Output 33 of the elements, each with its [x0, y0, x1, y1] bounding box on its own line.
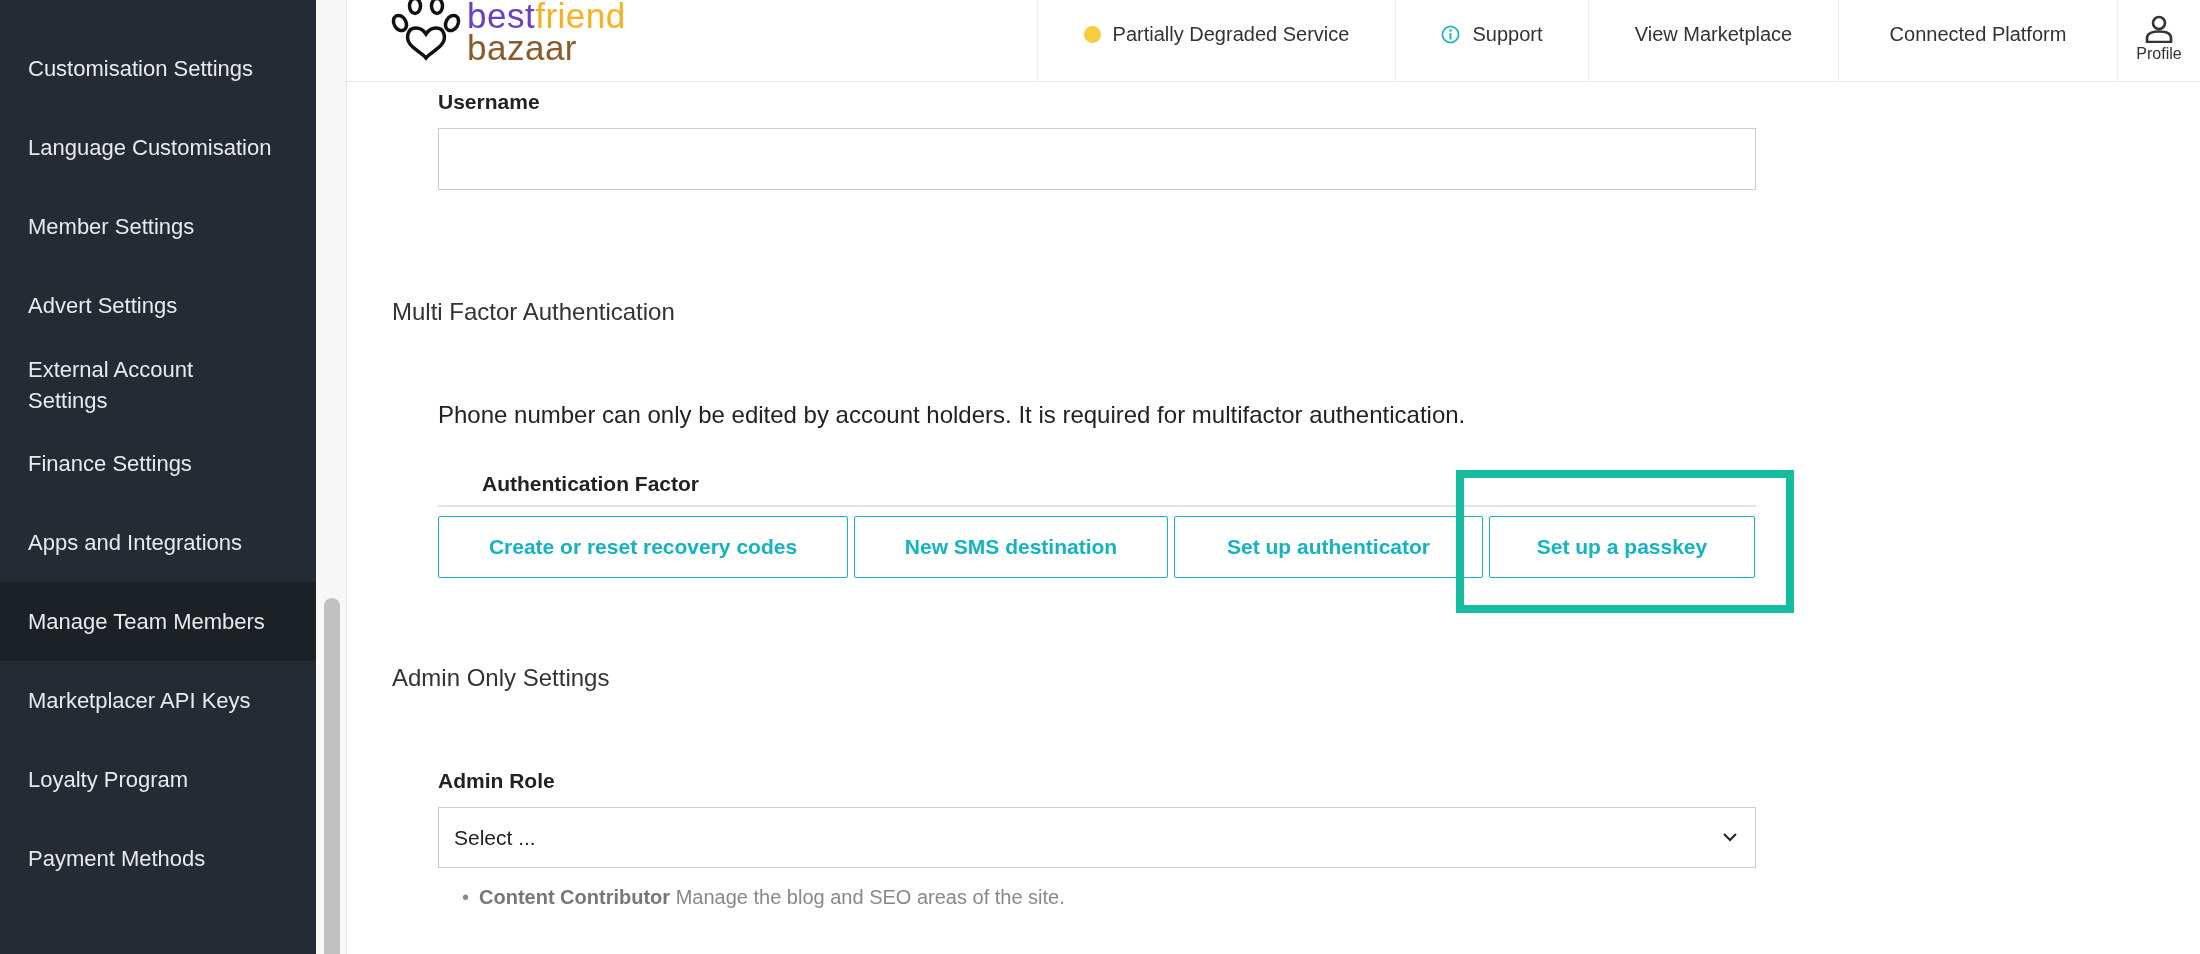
field-label: Admin Role — [438, 769, 556, 793]
section-title: Admin Only Settings — [392, 664, 611, 692]
sidebar-item[interactable]: Marketplacer API Keys — [0, 661, 316, 740]
sidebar-item[interactable]: Member Settings — [0, 187, 316, 266]
username-field[interactable] — [438, 128, 1756, 190]
sidebar-item[interactable]: Advert Settings — [0, 266, 316, 345]
sidebar-item[interactable]: Payment Methods — [0, 819, 316, 898]
info-icon — [1441, 25, 1461, 44]
sidebar-item[interactable]: Finance Settings — [0, 424, 316, 503]
support-link[interactable]: Support — [1472, 23, 1543, 46]
logo-text: bazaar — [467, 32, 579, 64]
scrollbar-thumb[interactable] — [324, 598, 340, 954]
sidebar-item[interactable]: Loyalty Program — [0, 740, 316, 819]
chevron-down-icon — [1723, 833, 1737, 842]
sidebar-item[interactable]: Language Customisation — [0, 108, 316, 187]
status-label[interactable]: Partially Degraded Service — [1112, 23, 1350, 46]
sidebar-item[interactable]: External Account Settings — [0, 345, 316, 424]
field-label: Username — [438, 90, 541, 114]
sidebar-item[interactable]: Customisation Settings — [0, 29, 316, 108]
paw-icon — [391, 0, 461, 62]
sidebar-item[interactable]: Apps and Integrations — [0, 503, 316, 582]
admin-role-select[interactable]: Select ... — [438, 807, 1756, 868]
sidebar-item[interactable]: Manage Team Members — [0, 582, 316, 661]
logo-text: bestfriend — [467, 0, 626, 32]
bullet: • — [462, 885, 469, 910]
nav-link[interactable]: View Marketplace — [1634, 23, 1793, 46]
section-title: Multi Factor Authentication — [392, 298, 676, 326]
role-description: Content Contributor Manage the blog and SEO areas of the site. — [479, 885, 1065, 910]
nav-link[interactable]: Connected Platform — [1889, 23, 2067, 46]
profile-button[interactable]: Profile — [2117, 0, 2200, 81]
info-text: Phone number can only be edited by account holders. It is required for multifactor authentication. — [438, 401, 1467, 429]
user-icon — [2145, 14, 2173, 43]
column-header: Authentication Factor — [438, 472, 1756, 507]
